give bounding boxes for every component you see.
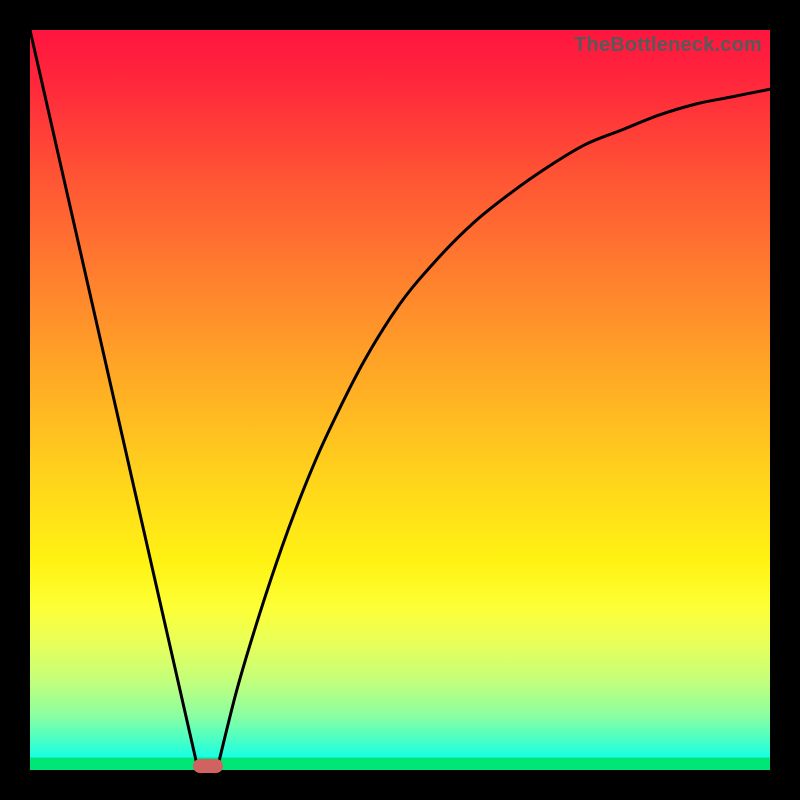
bottleneck-curve — [30, 30, 770, 770]
outer-frame: TheBottleneck.com — [0, 0, 800, 800]
minimum-marker — [193, 759, 223, 773]
curve-path — [30, 30, 770, 763]
plot-area: TheBottleneck.com — [30, 30, 770, 770]
